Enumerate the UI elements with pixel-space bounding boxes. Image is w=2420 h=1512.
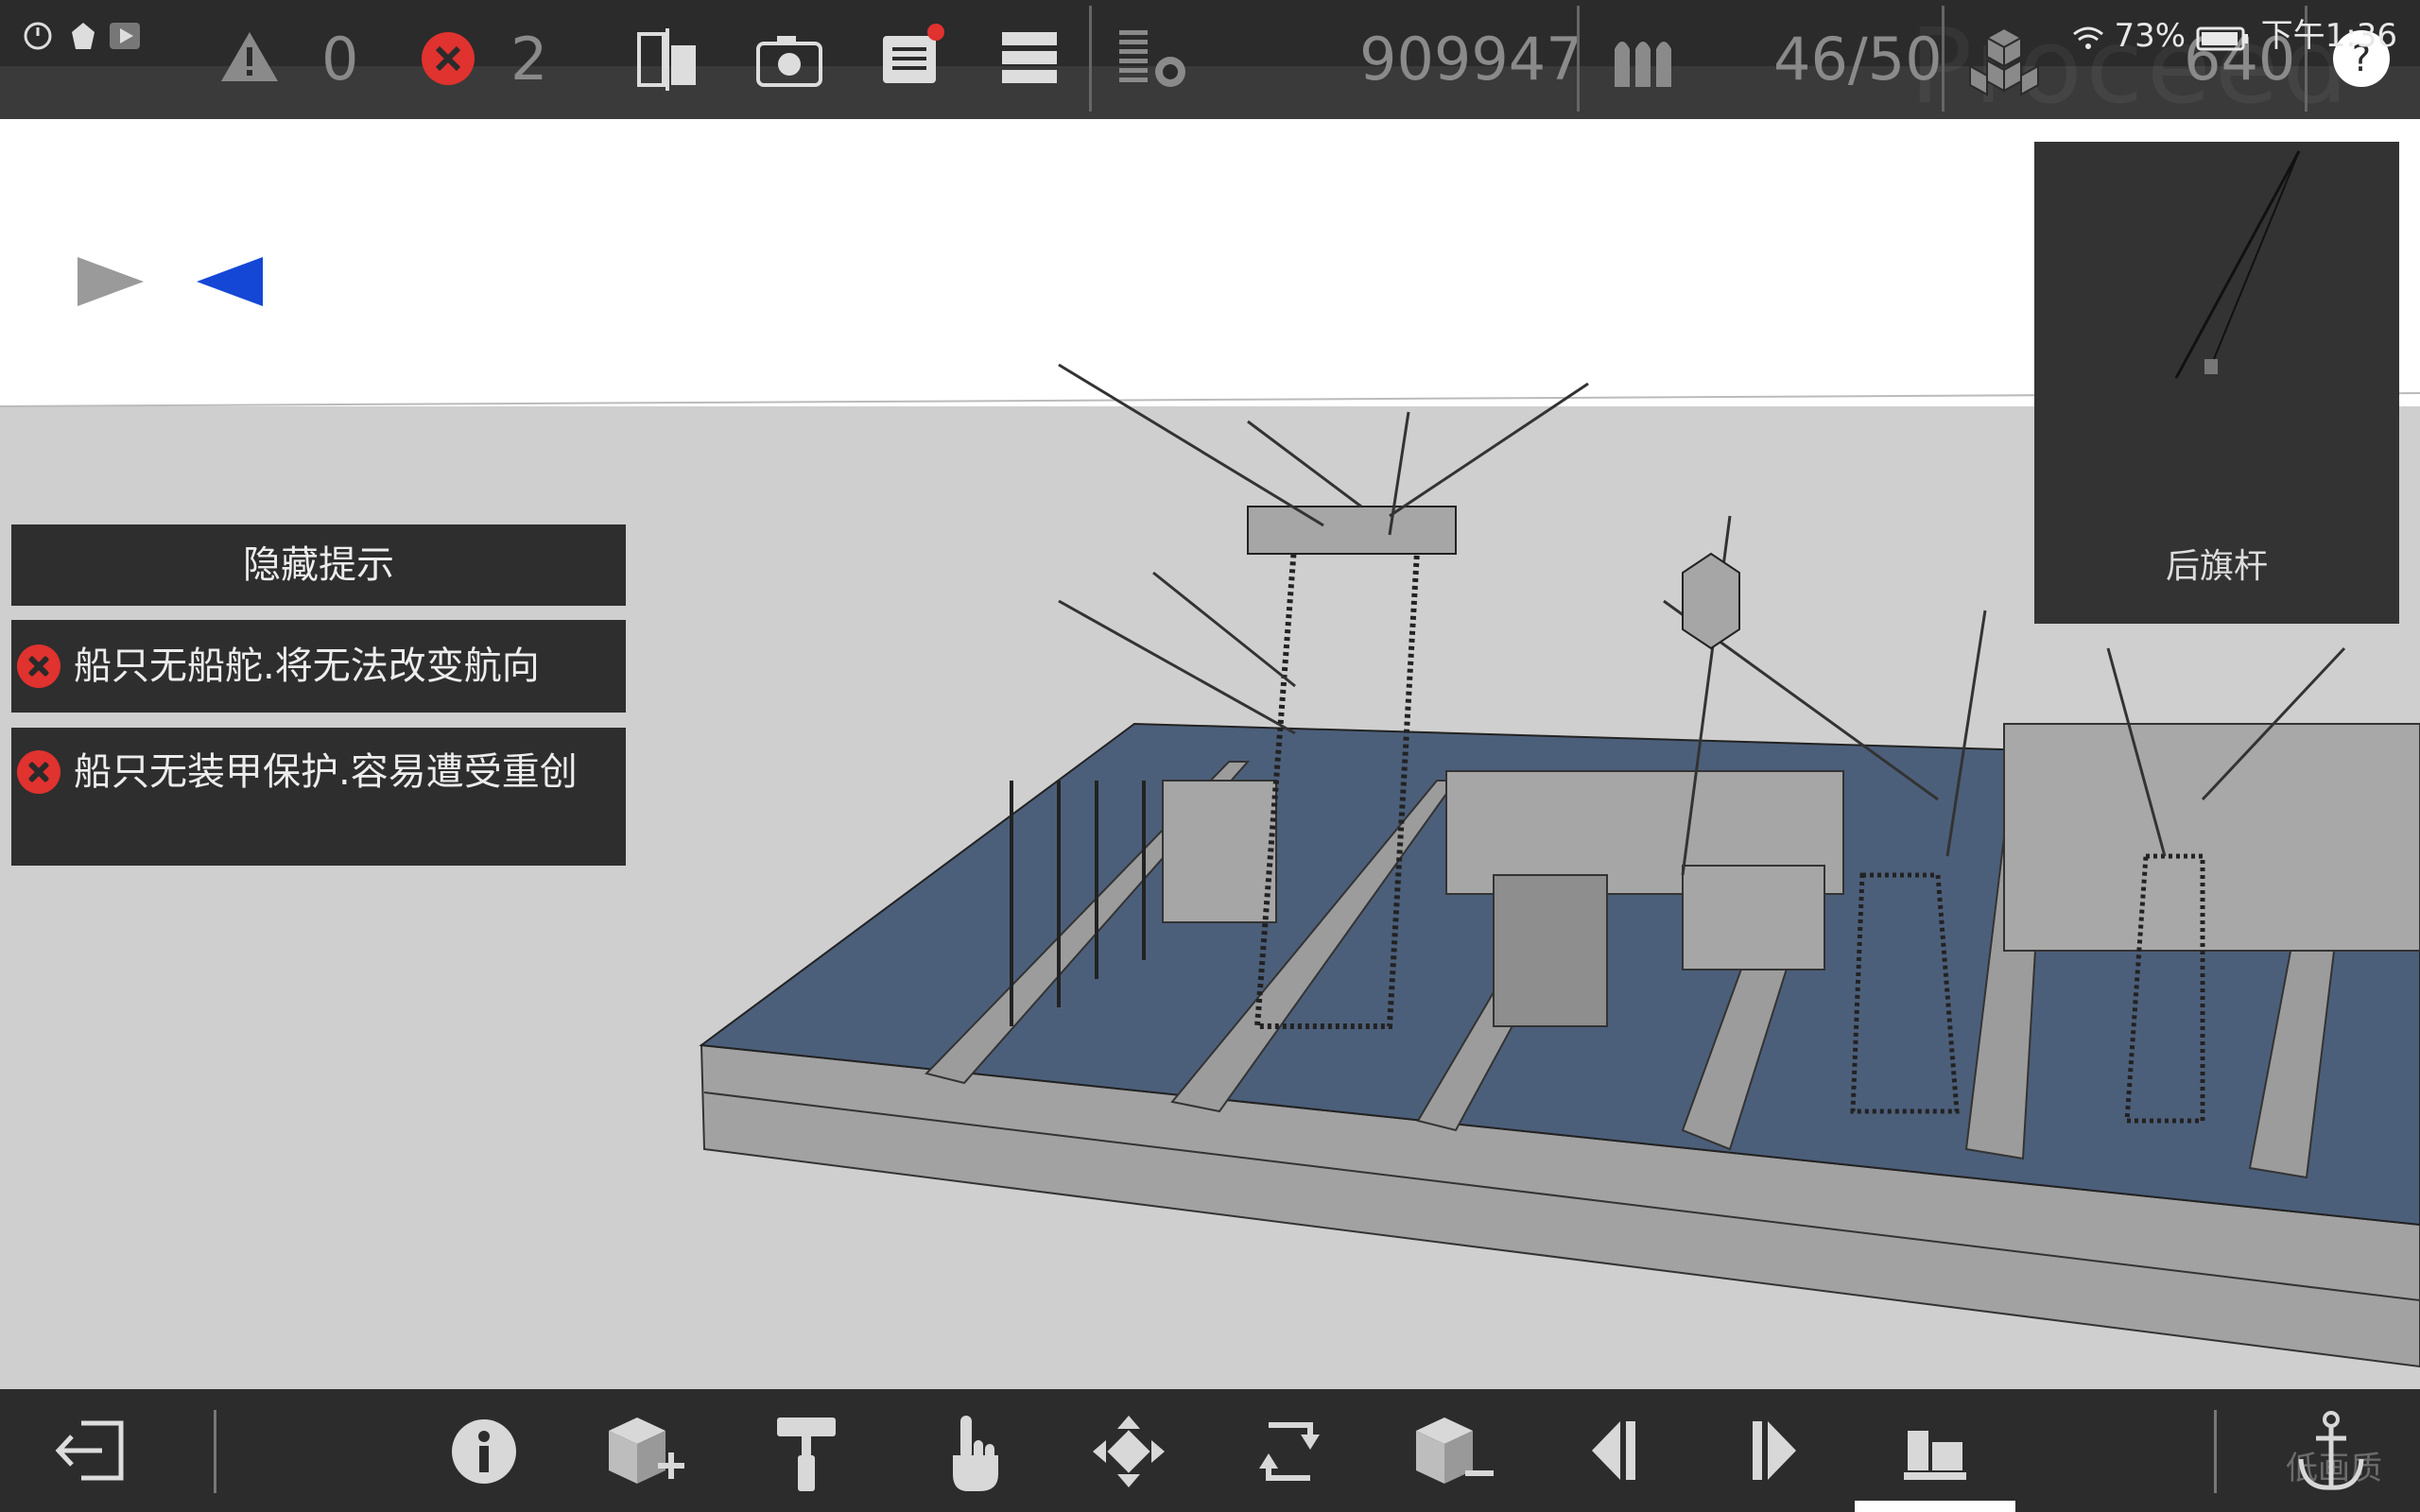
warning-count: 0 (321, 25, 359, 94)
toolbar-divider (1577, 6, 1580, 112)
mass-value: 909947 (1359, 25, 1583, 94)
layers-icon[interactable] (1000, 28, 1059, 85)
active-tool-indicator (1855, 1501, 2015, 1512)
toolbar-divider (1942, 6, 1945, 112)
save-icon[interactable] (879, 23, 945, 89)
battery-percent: 73% (2114, 17, 2187, 55)
ammo-icon (1615, 42, 1671, 87)
rotate-icon[interactable] (1253, 1416, 1325, 1487)
error-icon[interactable] (420, 30, 476, 87)
system-status-bar: 73% 下午1:36 (2072, 9, 2397, 56)
status-icons (24, 22, 140, 50)
error-count: 2 (510, 25, 548, 94)
part-name-label: 后旗杆 (2165, 547, 2268, 586)
previous-part-icon[interactable] (1588, 1418, 1639, 1484)
remove-block-icon[interactable] (1410, 1414, 1495, 1491)
hint-error-text: 船只无装甲保护.容易遭受重创 (74, 750, 578, 794)
paint-roller-icon[interactable] (773, 1414, 839, 1493)
next-part-icon[interactable] (1749, 1418, 1800, 1484)
clock-time: 下午1:36 (2260, 17, 2397, 55)
part-preview-panel[interactable]: 后旗杆 (2034, 142, 2399, 624)
top-toolbar: Proceed 0 2 909947 46/50 640 ? 73% 下午1:3… (0, 0, 2420, 127)
move-icon[interactable] (1091, 1414, 1167, 1489)
battery-icon (2196, 26, 2248, 50)
warning-icon[interactable] (219, 30, 280, 83)
hint-error-item: 船只无船舵.将无法改变航向 (11, 620, 626, 713)
hint-error-item: 船只无装甲保护.容易遭受重创 (11, 728, 626, 866)
forward-arrow-icon[interactable] (78, 257, 144, 306)
info-icon[interactable] (450, 1418, 518, 1486)
hint-error-text: 船只无船舵.将无法改变航向 (74, 644, 540, 688)
error-icon (17, 644, 60, 688)
mass-icon (1119, 30, 1185, 87)
notification-dot (927, 24, 944, 41)
error-icon (17, 750, 60, 794)
toolbar-divider (1089, 6, 1092, 112)
exit-icon[interactable] (53, 1418, 127, 1484)
place-part-icon[interactable] (1902, 1418, 1968, 1484)
toolbar-divider (2214, 1410, 2217, 1493)
add-block-icon[interactable] (603, 1414, 688, 1491)
ammo-value: 46/50 (1773, 25, 1943, 94)
ghost-icon (72, 23, 95, 49)
flagpole-preview-icon (2174, 150, 2301, 379)
hide-hints-button[interactable]: 隐藏提示 (11, 524, 626, 606)
camera-icon[interactable] (756, 32, 822, 89)
hand-select-icon[interactable] (945, 1412, 1006, 1493)
anchor-icon[interactable] (2293, 1410, 2369, 1495)
bottom-toolbar: 低画质 (0, 1389, 2420, 1512)
backward-arrow-icon[interactable] (197, 257, 263, 306)
direction-arrows (78, 257, 263, 306)
mirror-icon[interactable] (635, 26, 701, 93)
toolbar-divider (214, 1410, 216, 1493)
wifi-icon (2072, 26, 2103, 49)
parts-cube-icon (1969, 26, 2039, 96)
